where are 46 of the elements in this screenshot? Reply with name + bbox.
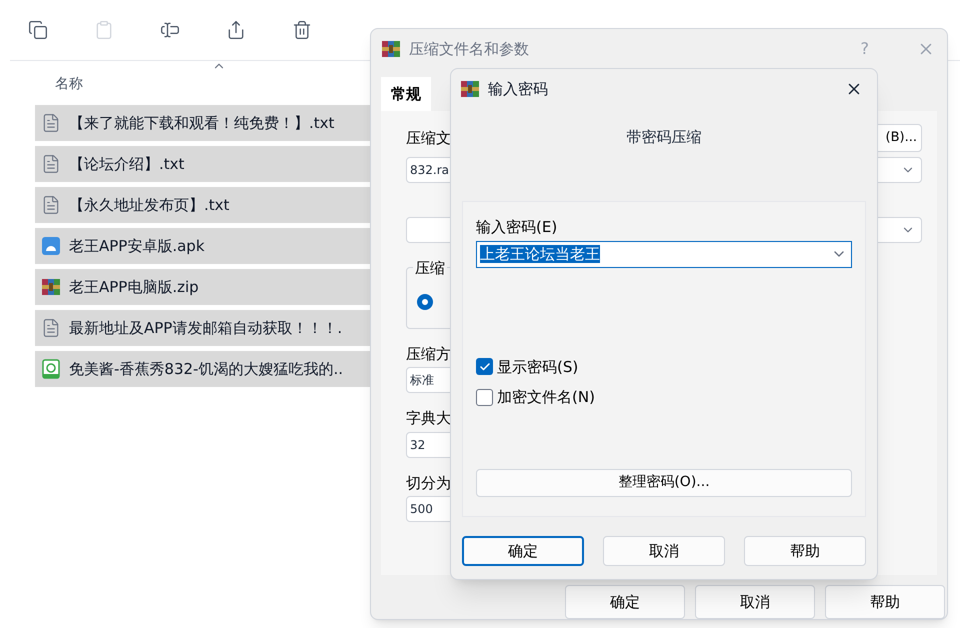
- dialog-button[interactable]: 取消: [695, 585, 815, 619]
- app-icon: [381, 38, 401, 59]
- document-icon: [41, 318, 61, 338]
- file-name: 【来了就能下载和观看！纯免费！】.txt: [69, 112, 334, 134]
- app-icon: [460, 79, 480, 99]
- clipboard-icon: [94, 20, 114, 40]
- dialog-button[interactable]: 帮助: [744, 536, 866, 566]
- field-label: 字典大: [406, 408, 451, 430]
- check-icon: [478, 360, 490, 373]
- checkbox[interactable]: [476, 388, 493, 406]
- field-label: 输入密码(E): [476, 217, 558, 238]
- radio-button[interactable]: [417, 294, 433, 310]
- window-title: 压缩文件名和参数: [409, 38, 530, 60]
- document-icon: [41, 195, 61, 215]
- share-icon: [226, 20, 246, 40]
- dialog-button[interactable]: 确定: [462, 536, 584, 566]
- file-name: 免美酱-香蕉秀832-饥渴的大嫂猛吃我的..: [69, 358, 343, 380]
- android-app-icon: [41, 236, 61, 256]
- file-name: 老王APP安卓版.apk: [69, 236, 205, 257]
- file-name: 【永久地址发布页】.txt: [69, 194, 230, 216]
- dialog-button[interactable]: 取消: [603, 536, 725, 566]
- password-combo[interactable]: 上老王论坛当老王: [476, 240, 852, 268]
- organize-passwords-button[interactable]: 整理密码(O)...: [476, 468, 852, 496]
- video-file-icon: [41, 359, 61, 379]
- field-label: 压缩文: [406, 128, 451, 149]
- checkbox[interactable]: [476, 358, 493, 376]
- archive-icon: [41, 277, 61, 297]
- dialog-button[interactable]: 帮助: [825, 585, 945, 619]
- tab[interactable]: 常规: [381, 76, 431, 111]
- file-name: 【论坛介绍】.txt: [69, 154, 184, 175]
- file-name: 最新地址及APP请发邮箱自动获取！！！.: [69, 318, 342, 339]
- text-cursor-icon: [160, 20, 180, 40]
- dialog-button[interactable]: 确定: [565, 585, 685, 619]
- dialog-heading: 带密码压缩: [626, 126, 702, 148]
- column-header[interactable]: 名称: [55, 74, 83, 94]
- checkbox-label: 加密文件名(N): [497, 387, 595, 408]
- password-value: 上老王论坛当老王: [480, 244, 601, 265]
- field-label: 切分为: [406, 472, 451, 494]
- window-title: 输入密码: [488, 78, 549, 100]
- file-name: 老王APP电脑版.zip: [69, 276, 199, 298]
- copy-icon: [28, 20, 48, 40]
- document-icon: [41, 154, 61, 174]
- trash-icon: [292, 20, 312, 40]
- checkbox-label: 显示密码(S): [497, 356, 578, 378]
- document-icon: [41, 113, 61, 133]
- field-label: 压缩方: [406, 344, 451, 365]
